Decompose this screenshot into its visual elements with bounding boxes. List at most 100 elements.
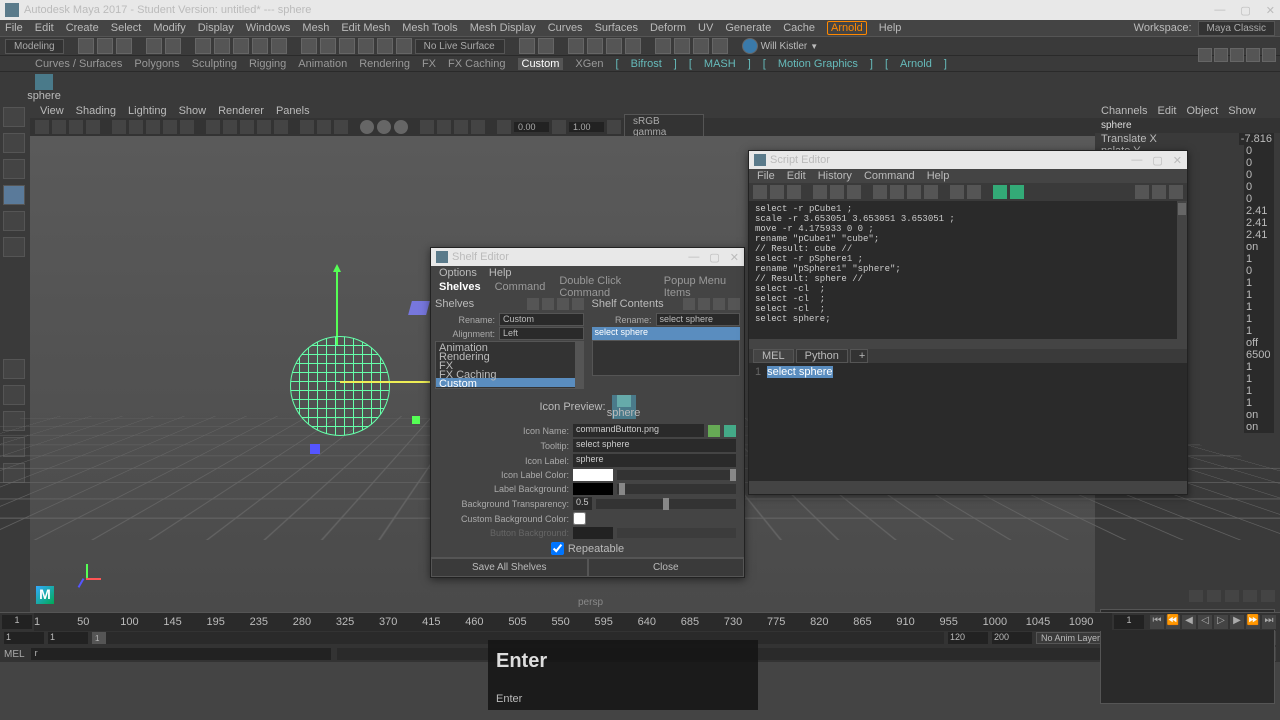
snap-point-icon[interactable] <box>339 38 355 54</box>
vp-xrayjnt-icon[interactable] <box>334 120 348 134</box>
command-input[interactable]: r <box>31 648 331 660</box>
vp-grid-icon[interactable] <box>112 120 126 134</box>
attr-value[interactable]: 1 <box>1244 397 1274 409</box>
shelf-button-sphere[interactable]: sphere <box>30 74 58 102</box>
shelf-rendering[interactable]: Rendering <box>359 58 410 70</box>
echo-icon[interactable] <box>890 185 904 199</box>
se-file[interactable]: File <box>757 170 775 182</box>
select-tool-icon[interactable] <box>3 107 25 127</box>
ch-show[interactable]: Show <box>1228 105 1256 117</box>
play-icon[interactable] <box>993 185 1007 199</box>
exec-all-icon[interactable] <box>967 185 981 199</box>
script-output[interactable]: select -r pCube1 ; scale -r 3.653051 3.6… <box>749 201 1187 339</box>
range-start[interactable]: 1 <box>4 632 44 644</box>
move-up-icon[interactable] <box>527 298 539 310</box>
channel-icon[interactable] <box>1262 48 1276 62</box>
shelf-arnold[interactable]: Arnold <box>900 58 932 70</box>
end-frame-display[interactable]: 1 <box>1114 615 1144 629</box>
label-bg-swatch[interactable] <box>573 483 613 495</box>
menu-meshdisplay[interactable]: Mesh Display <box>470 22 536 34</box>
maximize-icon[interactable]: ▢ <box>1152 154 1162 167</box>
vp-motion-icon[interactable] <box>437 120 451 134</box>
shelf-mgfx[interactable]: Motion Graphics <box>778 58 858 70</box>
list-item-selected[interactable]: Custom <box>436 378 583 387</box>
minimize-icon[interactable]: — <box>688 251 699 264</box>
maximize-icon[interactable]: ▢ <box>709 251 719 264</box>
sel-obj-icon[interactable] <box>252 38 268 54</box>
vp-shadow-icon[interactable] <box>274 120 288 134</box>
attr-value[interactable]: 6500 <box>1244 349 1274 361</box>
se-history[interactable]: History <box>818 170 852 182</box>
move-tool-icon[interactable] <box>3 185 25 205</box>
menu-help[interactable]: Help <box>879 22 902 34</box>
close-icon[interactable]: ✕ <box>730 251 739 264</box>
attr-value[interactable]: 0 <box>1244 157 1274 169</box>
attr-value[interactable]: 1 <box>1244 385 1274 397</box>
shelf-xgen[interactable]: XGen <box>575 58 603 70</box>
menu-cache[interactable]: Cache <box>783 22 815 34</box>
attr-value[interactable]: 2.41 <box>1244 217 1274 229</box>
exec-icon[interactable] <box>950 185 964 199</box>
play-start[interactable]: 1 <box>48 632 88 644</box>
panel4-icon[interactable] <box>712 38 728 54</box>
vp-lighting[interactable]: Lighting <box>128 105 167 117</box>
search-up-icon[interactable] <box>1152 185 1166 199</box>
attr-value[interactable]: 1 <box>1244 301 1274 313</box>
open-script-icon[interactable] <box>753 185 767 199</box>
menu-display[interactable]: Display <box>198 22 234 34</box>
attr-value[interactable]: 2.41 <box>1244 205 1274 217</box>
play-all-icon[interactable] <box>1010 185 1024 199</box>
tool-settings-icon[interactable] <box>1246 48 1260 62</box>
menu-file[interactable]: File <box>5 22 23 34</box>
vp-iso-icon[interactable] <box>300 120 314 134</box>
move-up-icon[interactable] <box>683 298 695 310</box>
menu-mesh[interactable]: Mesh <box>302 22 329 34</box>
vp-gamma-icon[interactable] <box>552 120 566 134</box>
icon-name-input[interactable]: commandButton.png <box>573 424 704 437</box>
shelf-fxcaching[interactable]: FX Caching <box>448 58 505 70</box>
sel-face-icon[interactable] <box>233 38 249 54</box>
vp-exposure-value[interactable]: 0.00 <box>514 122 549 132</box>
const-hist-icon[interactable] <box>519 38 535 54</box>
new-scene-icon[interactable] <box>78 38 94 54</box>
account-icon[interactable] <box>742 38 758 54</box>
tab-python[interactable]: Python <box>796 349 848 363</box>
menu-windows[interactable]: Windows <box>246 22 291 34</box>
vp-ao-icon[interactable] <box>420 120 434 134</box>
shelf-custom[interactable]: Custom <box>518 58 564 70</box>
play-back-icon[interactable]: ◁ <box>1198 615 1212 629</box>
clear-history-icon[interactable] <box>813 185 827 199</box>
delete-item-icon[interactable] <box>728 298 740 310</box>
window-controls[interactable]: — ▢ ✕ <box>1214 4 1275 17</box>
vp-cam-icon[interactable] <box>35 120 49 134</box>
vp-film-icon[interactable] <box>163 120 177 134</box>
attr-value[interactable]: 1 <box>1244 373 1274 385</box>
shelf-mash[interactable]: MASH <box>704 58 736 70</box>
menu-generate[interactable]: Generate <box>725 22 771 34</box>
move-down-icon[interactable] <box>542 298 554 310</box>
menu-meshtools[interactable]: Mesh Tools <box>402 22 457 34</box>
new-shelf-icon[interactable] <box>557 298 569 310</box>
sel-edge-icon[interactable] <box>214 38 230 54</box>
menu-surfaces[interactable]: Surfaces <box>595 22 638 34</box>
history-icon[interactable] <box>873 185 887 199</box>
vp-img-icon[interactable] <box>69 120 83 134</box>
menu-modify[interactable]: Modify <box>153 22 185 34</box>
menu-editmesh[interactable]: Edit Mesh <box>341 22 390 34</box>
open-icon[interactable] <box>97 38 113 54</box>
tab-add[interactable]: + <box>850 349 868 363</box>
vp-shading[interactable]: Shading <box>76 105 116 117</box>
attr-value[interactable]: 0 <box>1244 181 1274 193</box>
layout-single-icon[interactable] <box>3 359 25 379</box>
script-editor-titlebar[interactable]: Script Editor — ▢ ✕ <box>749 151 1187 169</box>
render-set-icon[interactable] <box>606 38 622 54</box>
sel-vert-icon[interactable] <box>195 38 211 54</box>
channel-row[interactable]: Translate X-7.816 <box>1095 133 1280 145</box>
line-icon[interactable] <box>907 185 921 199</box>
minimize-icon[interactable]: — <box>1214 4 1225 17</box>
preset3-icon[interactable] <box>1225 590 1239 602</box>
menu-edit[interactable]: Edit <box>35 22 54 34</box>
prev-key-icon[interactable]: ◀ <box>1182 615 1196 629</box>
list-item[interactable]: Animation <box>436 342 583 351</box>
vp-exp-slider-icon[interactable] <box>497 120 511 134</box>
